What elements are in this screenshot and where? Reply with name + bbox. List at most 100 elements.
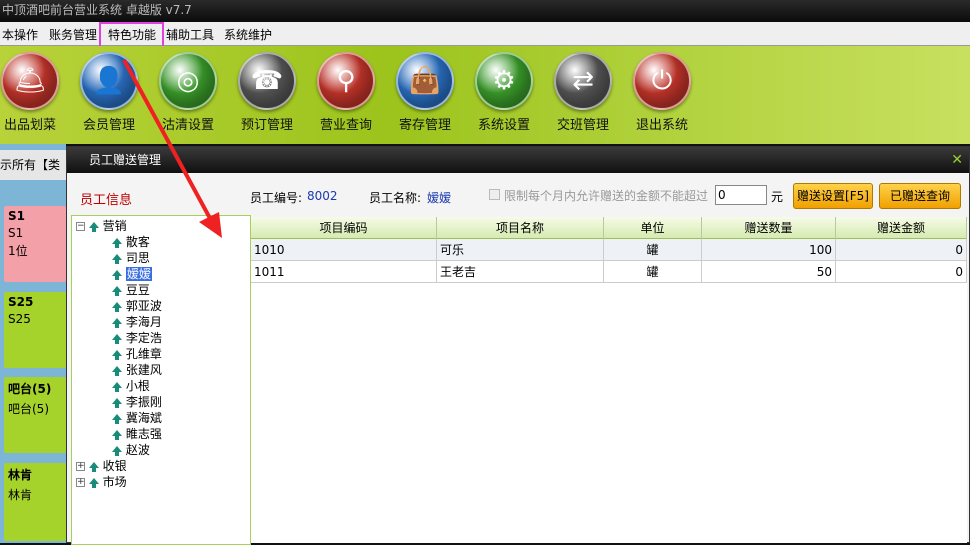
- tree-item[interactable]: 李振刚: [112, 394, 162, 410]
- tree-item-label: 赵波: [125, 443, 150, 457]
- tree-item[interactable]: 冀海斌: [112, 410, 162, 426]
- cell-gift-qty: 50: [702, 261, 836, 283]
- toolbar-button-2[interactable]: ◎ 沽清设置: [153, 52, 223, 133]
- tree-group[interactable]: + 收银: [76, 458, 127, 474]
- tree-item[interactable]: 孔维章: [112, 346, 162, 362]
- toolbar-label: 营业查询: [319, 118, 372, 133]
- staff-icon: [112, 445, 122, 456]
- toolbar-button-4[interactable]: ⚲ 营业查询: [311, 52, 381, 133]
- menu-accounts[interactable]: 账务管理: [49, 26, 97, 43]
- tree-item-label: 郭亚波: [125, 299, 162, 313]
- tree-item[interactable]: 豆豆: [112, 282, 150, 298]
- expand-icon[interactable]: +: [76, 478, 85, 487]
- col-item-code[interactable]: 项目编码: [251, 217, 437, 239]
- staff-icon: [112, 301, 122, 312]
- cell-item-code: 1011: [251, 261, 437, 283]
- staff-tree: − 营销 散客 司思 嫒嫒 豆豆 郭亚波 李海月 李定浩 孔维章 张建风 小根 …: [71, 215, 251, 545]
- staff-icon: [112, 285, 122, 296]
- staff-icon: [112, 397, 122, 408]
- tree-item[interactable]: 赵波: [112, 442, 150, 458]
- tree-item-label: 睢志强: [125, 427, 162, 441]
- plate-icon: ◎: [159, 52, 217, 110]
- cell-gift-amount: 0: [836, 239, 967, 261]
- staff-icon: [112, 269, 122, 280]
- menu-basic-ops[interactable]: 本操作: [2, 26, 38, 43]
- staff-no-value: 8002: [307, 189, 338, 203]
- room-sub: S25: [8, 312, 31, 326]
- room-card[interactable]: S25 S25: [4, 292, 66, 368]
- cell-gift-qty: 100: [702, 239, 836, 261]
- cell-gift-amount: 0: [836, 261, 967, 283]
- table-row[interactable]: 1010 可乐罐 100 0: [251, 239, 967, 261]
- tree-item[interactable]: 司思: [112, 250, 150, 266]
- staff-group-icon: [88, 477, 99, 488]
- tree-item-label: 豆豆: [125, 283, 150, 297]
- menu-tools[interactable]: 辅助工具: [166, 26, 214, 43]
- staff-icon: [112, 429, 122, 440]
- expand-icon[interactable]: +: [76, 462, 85, 471]
- tree-item[interactable]: 嫒嫒: [112, 266, 152, 282]
- cell-unit: 罐: [604, 239, 702, 261]
- tree-item-label: 李海月: [125, 315, 162, 329]
- staff-name-label: 员工名称:: [369, 191, 422, 205]
- staff-icon: [112, 381, 122, 392]
- staff-group-icon: [88, 221, 99, 232]
- toolbar-label: 预订管理: [240, 118, 293, 133]
- menu-maintenance[interactable]: 系统维护: [224, 26, 272, 43]
- tree-group-label: 市场: [102, 475, 127, 489]
- col-gift-qty[interactable]: 赠送数量: [702, 217, 836, 239]
- toolbar-button-3[interactable]: ☎ 预订管理: [232, 52, 302, 133]
- room-title: S25: [8, 295, 34, 309]
- toolbar-button-5[interactable]: 👜 寄存管理: [390, 52, 460, 133]
- toolbar-button-0[interactable]: 🛎 出品划菜: [0, 52, 65, 133]
- limit-label: 限制每个月内允许赠送的金额不能超过: [504, 189, 709, 203]
- room-card[interactable]: S1 S1 1位: [4, 206, 66, 282]
- col-unit[interactable]: 单位: [604, 217, 702, 239]
- tree-item-label: 孔维章: [125, 347, 162, 361]
- tree-group[interactable]: + 市场: [76, 474, 127, 490]
- gift-settings-button[interactable]: 赠送设置[F5]: [793, 183, 873, 209]
- tree-item-label: 李定浩: [125, 331, 162, 345]
- limit-amount-input[interactable]: [715, 185, 767, 205]
- staff-icon: [112, 349, 122, 360]
- table-row[interactable]: 1011 王老吉罐 50 0: [251, 261, 967, 283]
- dialog-title: 员工赠送管理: [67, 147, 969, 173]
- tree-item[interactable]: 小根: [112, 378, 150, 394]
- room-title: S1: [8, 209, 25, 223]
- member-icon: 👤: [80, 52, 138, 110]
- toolbar-label: 退出系统: [635, 118, 688, 133]
- room-extra: 1位: [8, 244, 28, 258]
- toolbar-button-6[interactable]: ⚙ 系统设置: [469, 52, 539, 133]
- col-item-name[interactable]: 项目名称: [437, 217, 604, 239]
- tree-item[interactable]: 李定浩: [112, 330, 162, 346]
- room-sub: 林肯: [8, 488, 33, 502]
- staff-icon: [112, 333, 122, 344]
- tree-item[interactable]: 散客: [112, 234, 150, 250]
- tree-item-label: 冀海斌: [125, 411, 162, 425]
- toolbar-button-7[interactable]: ⇄ 交班管理: [548, 52, 618, 133]
- tree-item[interactable]: 张建风: [112, 362, 162, 378]
- gift-query-button[interactable]: 已赠送查询: [879, 183, 961, 209]
- close-icon[interactable]: ✕: [951, 147, 963, 173]
- toolbar-label: 交班管理: [556, 118, 609, 133]
- cell-item-name: 王老吉: [437, 261, 604, 283]
- room-card[interactable]: 林肯 林肯: [4, 463, 66, 541]
- tree-group-label: 营销: [102, 219, 127, 233]
- staff-group-icon: [88, 461, 99, 472]
- tree-group[interactable]: − 营销: [76, 218, 127, 234]
- toolbar: 🛎 出品划菜 👤 会员管理 ◎ 沽清设置 ☎ 预订管理 ⚲ 营业查询 👜 寄存管理 ⚙ 系统设置 ⇄ 交班管理…: [0, 46, 970, 144]
- tree-item[interactable]: 郭亚波: [112, 298, 162, 314]
- collapse-icon[interactable]: −: [76, 222, 85, 231]
- tree-item[interactable]: 睢志强: [112, 426, 162, 442]
- room-card[interactable]: 吧台(5) 吧台(5): [4, 377, 66, 453]
- toolbar-button-8[interactable]: ⏻ 退出系统: [627, 52, 697, 133]
- col-gift-amount[interactable]: 赠送金额: [836, 217, 967, 239]
- toolbar-button-1[interactable]: 👤 会员管理: [74, 52, 144, 133]
- staff-icon: [112, 317, 122, 328]
- limit-checkbox[interactable]: [489, 189, 500, 200]
- room-sub: S1: [8, 226, 24, 240]
- handover-icon: ⇄: [554, 52, 612, 110]
- toolbar-label: 寄存管理: [398, 118, 451, 133]
- tree-item[interactable]: 李海月: [112, 314, 162, 330]
- cell-unit: 罐: [604, 261, 702, 283]
